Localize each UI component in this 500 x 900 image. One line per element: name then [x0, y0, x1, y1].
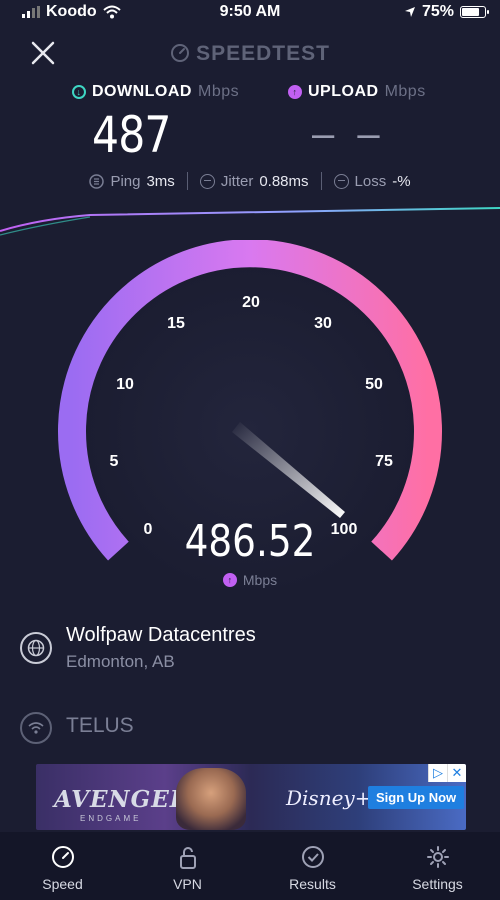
download-unit: Mbps [197, 83, 240, 100]
gauge-tick-label: 75 [375, 453, 393, 470]
tab-label: VPN [173, 876, 202, 892]
gauge-tick-label: 30 [314, 315, 332, 332]
upload-arrow-icon: ↑ [288, 85, 302, 99]
tab-vpn[interactable]: VPN [125, 832, 250, 900]
gauge-tick-label: 15 [167, 315, 185, 332]
jitter-label: Jitter [220, 172, 254, 190]
wifi-icon [20, 712, 52, 744]
speed-icon [51, 846, 74, 868]
ad-controls: ▷ ✕ [428, 764, 466, 782]
battery-percent: 75% [421, 3, 454, 20]
ping-icon [89, 173, 105, 189]
ping-stat: Ping 3ms [89, 172, 175, 190]
ad-partner: Disney+ [286, 786, 372, 810]
gauge-tick-label: 5 [110, 453, 119, 470]
gauge-tick-label: 10 [116, 376, 134, 393]
isp-name: TELUS [66, 714, 134, 737]
upload-label: ↑ UPLOAD Mbps [288, 83, 426, 101]
loss-value: -% [392, 172, 411, 190]
upload-unit: Mbps [384, 83, 426, 100]
ping-label: Ping [110, 172, 141, 190]
download-value: 487 [92, 106, 171, 164]
stats-row: Ping 3ms Jitter 0.88ms Loss -% [0, 172, 500, 190]
speed-unit: ↑ Mbps [0, 572, 500, 588]
upload-value: – – [312, 112, 386, 156]
ad-banner[interactable]: AVENGERS ENDGAME Disney+ Sign Up Now ▷ ✕ [36, 764, 466, 830]
lock-icon [179, 847, 196, 869]
battery-icon [460, 6, 489, 18]
tab-label: Settings [412, 876, 463, 892]
tab-bar: Speed VPN Results Settings [0, 832, 500, 900]
tab-label: Results [289, 876, 336, 892]
tab-speed[interactable]: Speed [0, 832, 125, 900]
ad-hero-image [176, 768, 246, 830]
ad-choices-icon[interactable]: ▷ [428, 764, 447, 782]
jitter-stat: Jitter 0.88ms [199, 172, 309, 190]
download-arrow-icon: ↓ [72, 85, 86, 99]
download-label-text: DOWNLOAD [92, 83, 192, 100]
globe-icon[interactable] [20, 632, 52, 664]
divider [186, 172, 188, 190]
status-bar: Koodo 9:50 AM 75% [0, 0, 500, 26]
ad-brand-sub: ENDGAME [80, 814, 142, 823]
speed-reading: 486.52 [184, 516, 316, 567]
speedometer-icon [171, 44, 190, 62]
gear-icon [426, 846, 449, 868]
loss-icon [333, 173, 349, 189]
jitter-icon [199, 173, 215, 189]
gauge-tick-label: 20 [242, 294, 260, 311]
loss-label: Loss [354, 172, 387, 190]
tab-results[interactable]: Results [250, 832, 375, 900]
server-name[interactable]: Wolfpaw Datacentres [66, 624, 256, 647]
title-text: SPEEDTEST [196, 42, 330, 65]
gauge-tick-label: 50 [365, 376, 383, 393]
speed-unit-text: Mbps [242, 572, 278, 588]
status-right: 75% [404, 3, 489, 21]
upload-arrow-icon: ↑ [222, 573, 237, 587]
tab-label: Speed [42, 876, 83, 892]
jitter-value: 0.88ms [259, 172, 309, 190]
page-title: SPEEDTEST [0, 42, 500, 66]
download-label: ↓ DOWNLOAD Mbps [72, 83, 239, 101]
upload-label-text: UPLOAD [308, 83, 379, 100]
ad-signup-button[interactable]: Sign Up Now [368, 786, 465, 809]
tab-settings[interactable]: Settings [375, 832, 500, 900]
loss-stat: Loss -% [333, 172, 411, 190]
ad-close-icon[interactable]: ✕ [447, 764, 466, 782]
check-circle-icon [301, 846, 324, 868]
divider [320, 172, 322, 190]
speed-trend-line [0, 207, 500, 236]
server-location: Edmonton, AB [66, 652, 175, 671]
ping-value: 3ms [146, 172, 175, 190]
location-icon [404, 7, 415, 17]
